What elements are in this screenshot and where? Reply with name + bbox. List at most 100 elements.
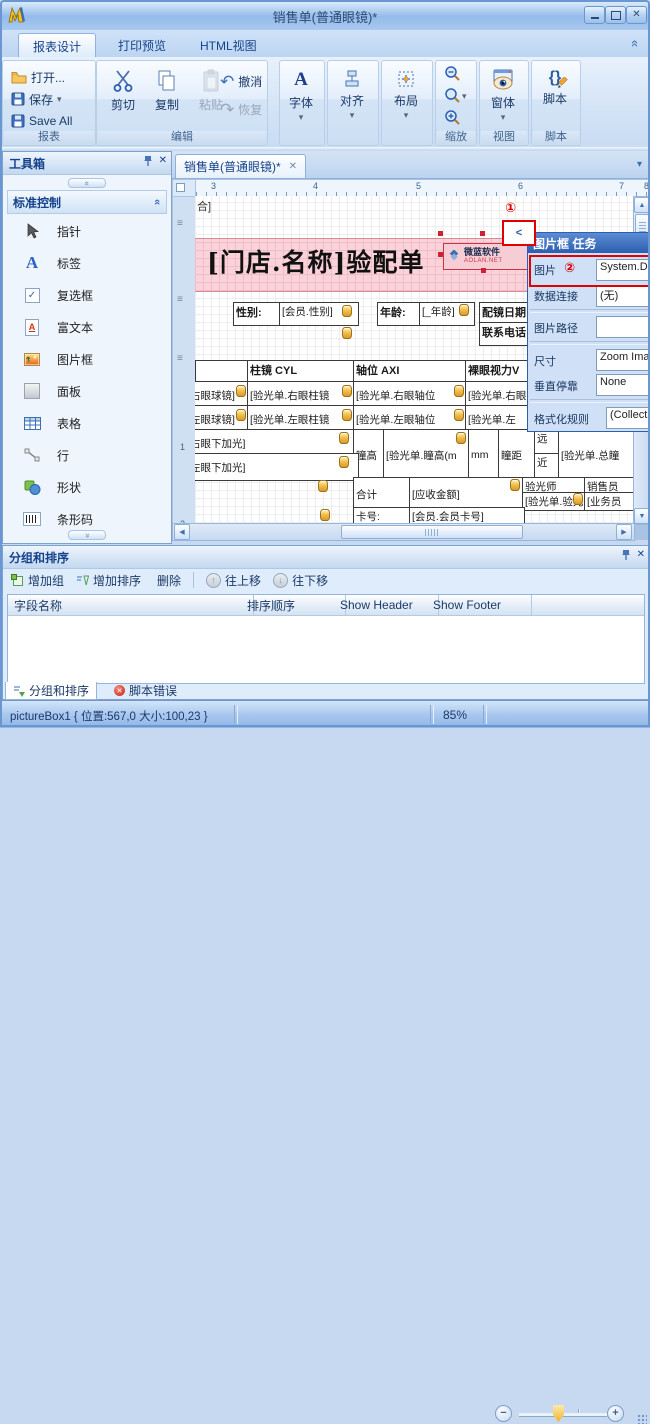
vertical-dock-dropdown[interactable]: None [596,374,650,396]
cell-card-label[interactable]: 卡号: [353,507,415,523]
close-button[interactable]: ✕ [626,6,647,24]
toolbox-bottom-collapse-handle[interactable]: « [68,530,106,540]
layout-button[interactable]: 布局 ▾ [384,65,428,131]
data-binding-dropdown[interactable]: (无) [596,285,650,307]
toolbox-item-picturebox[interactable]: 图片框 [9,344,179,374]
scroll-left-button[interactable]: ◀ [174,524,190,540]
align-button[interactable]: 对齐 ▾ [330,65,374,131]
scroll-up-button[interactable]: ▲ [634,197,650,213]
sizing-dropdown[interactable]: Zoom Ima [596,349,650,371]
tab-report-design[interactable]: 报表设计 [18,33,96,58]
add-sort-button[interactable]: 增加排序 [76,572,141,589]
ribbon-group-layout: 布局 ▾ [381,60,433,146]
cell-age-label[interactable]: 年龄: [377,302,425,326]
toolbox-item-label: 富文本 [57,319,93,336]
close-icon[interactable]: ✕ [159,156,167,166]
selection-handle[interactable] [438,231,443,236]
add-group-button[interactable]: 增加组 [11,572,64,589]
redo-button[interactable]: ↷ 恢复 [217,99,265,119]
move-up-button[interactable]: ↑ 往上移 [206,572,261,589]
form-button[interactable]: 窗体 ▾ [481,65,525,131]
font-button[interactable]: A 字体 ▾ [280,65,322,131]
toolbox-item-shape[interactable]: 形状 [9,472,179,502]
tab-grouping-sorting[interactable]: 分组和排序 [5,682,97,700]
status-separator [430,705,434,724]
selection-handle[interactable] [480,231,485,236]
document-tab[interactable]: 销售单(普通眼镜)* ✕ [175,154,306,178]
toolbox-item-line[interactable]: 行 [9,440,179,470]
toolbox-item-panel[interactable]: 面板 [9,376,179,406]
ribbon-group-font: A 字体 ▾ [279,60,325,146]
tab-list-dropdown[interactable]: ▾ [637,159,642,170]
zoom-out-button[interactable]: − [495,1405,512,1422]
tab-html-view[interactable]: HTML视图 [186,33,271,57]
zoom-in-button[interactable] [444,109,462,127]
toolbox-item-pointer[interactable]: 指针 [9,216,179,246]
smart-tag-button[interactable]: < [502,220,536,246]
resize-grip[interactable] [637,1414,647,1424]
pin-icon[interactable] [143,155,153,167]
report-title-object[interactable]: [门店.名称]验配单 [207,243,424,279]
title-bar: 销售单(普通眼镜)* ✕ [0,0,650,30]
tab-script-errors[interactable]: ✕ 脚本错误 [107,682,184,699]
move-down-button[interactable]: ↓ 往下移 [273,572,328,589]
logo-picturebox-selected[interactable]: 微蓝软件 AOLAN.NET [443,243,533,270]
column-sort-order[interactable]: 排序顺序 [241,595,346,615]
band-marker-icon: ≡ [177,219,183,229]
horizontal-ruler: 3 4 5 6 7 8 [195,179,650,197]
selection-handle[interactable] [481,268,486,273]
tab-print-preview[interactable]: 打印预览 [104,33,180,57]
formatting-rules-label: 格式化规则 [534,411,589,427]
cell-sex-label[interactable]: 性别: [233,302,285,326]
script-button[interactable]: {} 脚本 [533,65,577,131]
cell-card-field[interactable]: [会员.会员卡号] [409,507,525,523]
ruler-corner[interactable] [172,179,196,197]
close-icon[interactable]: ✕ [289,162,297,172]
zoom-in-button[interactable]: + [607,1405,624,1422]
toolbox-item-richtext[interactable]: A 富文本 [9,312,179,342]
close-icon[interactable]: ✕ [637,550,645,560]
toolbox-collapse-handle[interactable]: « [68,178,106,188]
scroll-right-button[interactable]: ▶ [616,524,632,540]
pin-icon[interactable] [621,549,631,561]
group-label-view: 视图 [481,131,527,144]
ribbon-collapse-button[interactable]: « [632,36,639,51]
toolbox-item-label-tool[interactable]: A 标签 [9,248,179,278]
column-show-header[interactable]: Show Header [334,595,439,615]
save-button[interactable]: 保存 ▾ [8,89,65,109]
selection-handle[interactable] [438,252,443,257]
tab-script-errors-label: 脚本错误 [129,682,177,699]
copy-button[interactable]: 复制 [145,65,189,131]
cell-amount-field[interactable]: [应收金额] [409,477,525,511]
column-show-footer[interactable]: Show Footer [427,595,532,615]
undo-button[interactable]: ↶ 撤消 [217,71,265,91]
toolbox-item-checkbox[interactable]: ✓ 复选框 [9,280,179,310]
cell-total-label[interactable]: 合计 [353,477,415,511]
zoom-slider-thumb[interactable] [553,1405,564,1422]
band-marker-icon: ≡ [177,354,183,364]
minimize-button[interactable] [584,6,605,24]
maximize-button[interactable] [605,6,626,24]
field-smarttag-icon [320,509,330,521]
scroll-down-button[interactable]: ▼ [634,508,650,524]
add-sort-icon [76,574,89,587]
zoom-out-button[interactable] [444,65,462,83]
horizontal-scrollbar[interactable]: ◀ ▶ [172,523,635,541]
horizontal-scroll-thumb[interactable] [341,525,523,539]
scroll-right-icon: ▶ [621,528,626,536]
cut-button[interactable]: 剪切 [101,65,145,131]
open-button[interactable]: 打开... [8,67,68,87]
delete-button[interactable]: 删除 [153,572,181,589]
field-smarttag-icon [456,432,466,444]
ribbon-tab-row: 报表设计 打印预览 HTML视图 « [0,30,650,57]
cell-seller-field[interactable]: [业务员 [584,492,634,511]
image-path-input[interactable] [596,316,650,338]
save-all-button[interactable]: Save All [8,111,75,131]
zoom-button[interactable]: ▾ [444,87,467,105]
formatting-rules-button[interactable]: (Collectio [606,407,650,429]
toolbox-section-standard-controls[interactable]: 标准控制 « [7,190,167,214]
column-field-name[interactable]: 字段名称 [8,595,254,615]
toolbox-item-table[interactable]: 表格 [9,408,179,438]
cell-left-add[interactable]: 左眼下加光] [195,453,359,481]
cell-pd-field[interactable]: [验光单.总瞳 [558,429,634,481]
